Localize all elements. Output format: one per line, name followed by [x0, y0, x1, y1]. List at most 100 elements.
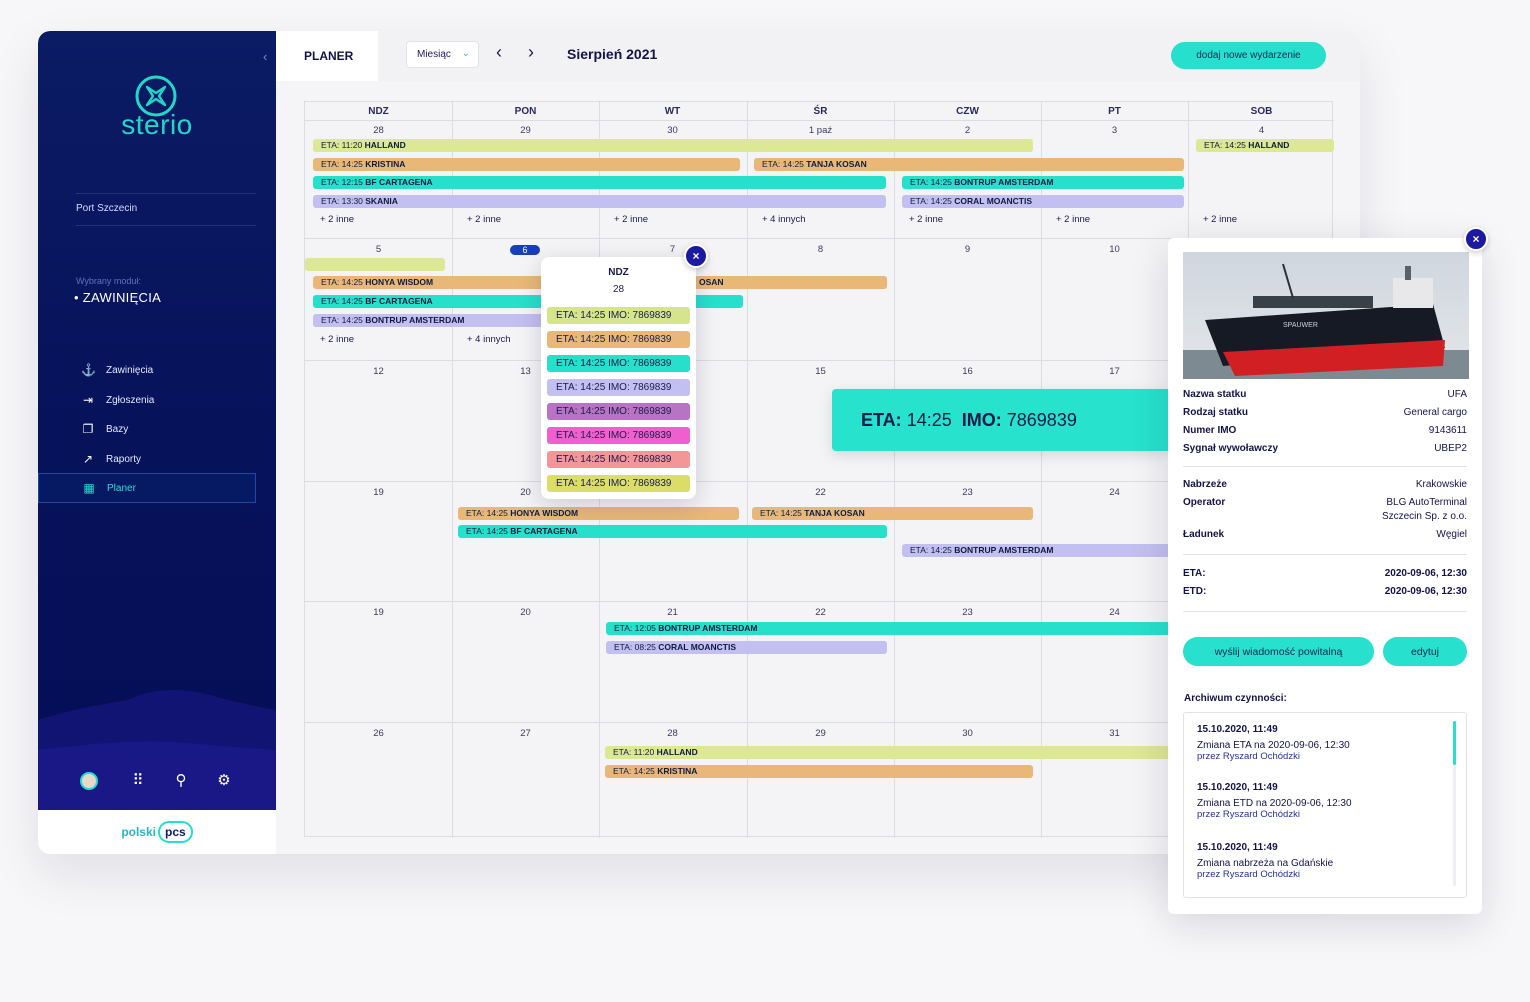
sidebar-item-bazy[interactable]: ❐ Bazy	[38, 414, 256, 444]
archive-author: przez Ryszard Ochódzki	[1197, 751, 1300, 762]
day-number: 28	[667, 728, 678, 739]
sidebar-item-zgloszenia[interactable]: ⇥ Zgłoszenia	[38, 385, 256, 415]
scrollbar-thumb[interactable]	[1453, 721, 1456, 765]
event-bar[interactable]: ETA: 14:25 BONTRUP AMSTERDAM	[313, 314, 543, 327]
field-value: General cargo	[1403, 407, 1467, 418]
event-bar[interactable]: ETA: 08:25 CORAL MOANCTIS	[606, 641, 887, 654]
event-bar[interactable]: ETA: 14:25 KRISTINA	[313, 158, 740, 171]
field-label: Ładunek	[1183, 529, 1225, 540]
divider	[1183, 611, 1467, 612]
archive-text: Zmiana ETA na 2020-09-06, 12:30	[1197, 740, 1350, 751]
more-events-link[interactable]: + 2 inne	[614, 214, 648, 225]
weekday-header: CZW	[956, 106, 979, 117]
day-number: 20	[520, 607, 531, 618]
sidebar-item-planer[interactable]: ▦ Planer	[38, 473, 256, 503]
send-welcome-button[interactable]: wyślij wiadomość powitalną	[1183, 637, 1374, 666]
sidebar-item-raporty[interactable]: ↗ Raporty	[38, 444, 256, 474]
more-events-link[interactable]: + 2 inne	[1203, 214, 1237, 225]
archive-list[interactable]: 15.10.2020, 11:49 Zmiana ETA na 2020-09-…	[1183, 712, 1467, 898]
popup-event-item[interactable]: ETA: 14:25 IMO: 7869839	[547, 451, 690, 468]
event-bar[interactable]: ETA: 14:25 BF CARTAGENA	[458, 525, 887, 538]
close-popup-button[interactable]: ×	[684, 244, 708, 268]
ship-detail-card: SPAUWER × Nazwa statku UFA Rodzaj statku G…	[1168, 227, 1488, 914]
day-number: 24	[1109, 607, 1120, 618]
event-ship-name: SKANIA	[365, 196, 398, 206]
add-event-button[interactable]: dodaj nowe wydarzenie	[1171, 42, 1326, 69]
popup-event-item[interactable]: ETA: 14:25 IMO: 7869839	[547, 331, 690, 348]
settings-icon[interactable]: ⚙	[214, 771, 234, 789]
day-number: 27	[520, 728, 531, 739]
event-ship-name: BONTRUP AMSTERDAM	[658, 623, 758, 633]
weekday-header: PON	[514, 106, 537, 117]
popup-event-item[interactable]: ETA: 14:25 IMO: 7869839	[547, 403, 690, 420]
event-eta: ETA: 12:15	[321, 177, 366, 187]
next-month-button[interactable]: ›	[528, 42, 534, 63]
tooltip-eta-value: 14:25	[906, 410, 952, 430]
popup-event-item[interactable]: ETA: 14:25 IMO: 7869839	[547, 427, 690, 444]
polski-pcs-logo: polski pcs	[38, 810, 276, 854]
port-name: Port Szczecin	[76, 203, 138, 214]
event-ship-name: BONTRUP AMSTERDAM	[954, 545, 1054, 555]
event-bar[interactable]: ETA: 13:30 SKANIA	[313, 195, 886, 208]
event-eta: ETA: 14:25	[910, 545, 955, 555]
collapse-sidebar-icon[interactable]: ‹	[263, 49, 267, 64]
module-caption: Wybrany moduł:	[76, 276, 141, 286]
more-events-link[interactable]: + 4 innych	[762, 214, 806, 225]
event-bar[interactable]	[305, 258, 445, 271]
event-ship-name: HONYA WISDOM	[365, 277, 434, 287]
day-number: 10	[1109, 244, 1120, 255]
user-avatar[interactable]	[80, 772, 98, 790]
event-ship-name: CORAL MOANCTIS	[954, 196, 1033, 206]
event-bar[interactable]: ETA: 14:25 KRISTINA	[605, 765, 1033, 778]
divider	[1183, 554, 1467, 555]
event-bar[interactable]: ETA: 14:25 BONTRUP AMSTERDAM	[902, 176, 1184, 189]
event-ship-name: TANJA KOSAN	[806, 159, 867, 169]
event-eta: ETA: 14:25	[321, 296, 366, 306]
day-number: 7	[669, 244, 676, 255]
event-eta: ETA: 08:25	[614, 642, 659, 652]
popup-event-item[interactable]: ETA: 14:25 IMO: 7869839	[547, 307, 690, 324]
list-item: 15.10.2020, 11:49 Zmiana ETA na 2020-09-…	[1197, 724, 1350, 762]
sidebar-item-zawiniecia[interactable]: ⚓ Zawinięcia	[38, 355, 256, 385]
view-select[interactable]: Miesiąc ⌄	[406, 41, 479, 68]
weekday-header: ŚR	[813, 106, 828, 117]
event-bar[interactable]: ETA: 14:25 CORAL MOANCTIS	[902, 195, 1184, 208]
event-ship-name: HONYA WISDOM	[510, 508, 579, 518]
module-select[interactable]: • ZAWINIĘCIA	[74, 290, 161, 305]
event-eta: ETA: 14:25	[613, 766, 658, 776]
edit-button[interactable]: edytuj	[1383, 637, 1467, 666]
day-number: 8	[817, 244, 824, 255]
popup-event-item[interactable]: ETA: 14:25 IMO: 7869839	[547, 475, 690, 492]
event-bar[interactable]: ETA: 14:25 TANJA KOSAN	[754, 158, 1184, 171]
chevron-down-icon: ⌄	[461, 48, 470, 59]
field-label: Nabrzeże	[1183, 479, 1227, 490]
today-badge[interactable]: 6	[510, 245, 540, 255]
event-bar[interactable]: ETA: 14:25 HONYA WISDOM	[458, 507, 739, 520]
prev-month-button[interactable]: ‹	[496, 42, 502, 63]
event-bar[interactable]: OSAN	[691, 276, 887, 289]
location-icon[interactable]: ⚲	[171, 771, 191, 789]
event-bar[interactable]: ETA: 14:25 TANJA KOSAN	[752, 507, 1033, 520]
day-number: 22	[815, 607, 826, 618]
popup-event-item[interactable]: ETA: 14:25 IMO: 7869839	[547, 379, 690, 396]
day-number: 26	[373, 728, 384, 739]
close-detail-button[interactable]: ×	[1464, 227, 1488, 251]
event-eta: ETA: 14:25	[910, 177, 955, 187]
more-events-link[interactable]: + 2 inne	[467, 214, 501, 225]
field-label: Rodzaj statku	[1183, 407, 1249, 418]
more-events-link[interactable]: + 4 innych	[467, 334, 511, 345]
event-bar[interactable]: ETA: 12:15 BF CARTAGENA	[313, 176, 886, 189]
ship-photo: SPAUWER	[1183, 252, 1469, 379]
event-bar[interactable]: ETA: 11:20 HALLAND	[313, 139, 1033, 152]
popup-event-item[interactable]: ETA: 14:25 IMO: 7869839	[547, 355, 690, 372]
day-number: 9	[964, 244, 971, 255]
event-bar[interactable]: ETA: 14:25 HALLAND	[1196, 139, 1334, 152]
apps-grid-icon[interactable]: ⠿	[128, 771, 148, 789]
more-events-link[interactable]: + 2 inne	[909, 214, 943, 225]
day-number: 1 paź	[808, 125, 833, 136]
more-events-link[interactable]: + 2 inne	[1056, 214, 1090, 225]
view-select-value: Miesiąc	[417, 49, 451, 60]
module-value: ZAWINIĘCIA	[82, 290, 162, 305]
more-events-link[interactable]: + 2 inne	[320, 334, 354, 345]
more-events-link[interactable]: + 2 inne	[320, 214, 354, 225]
